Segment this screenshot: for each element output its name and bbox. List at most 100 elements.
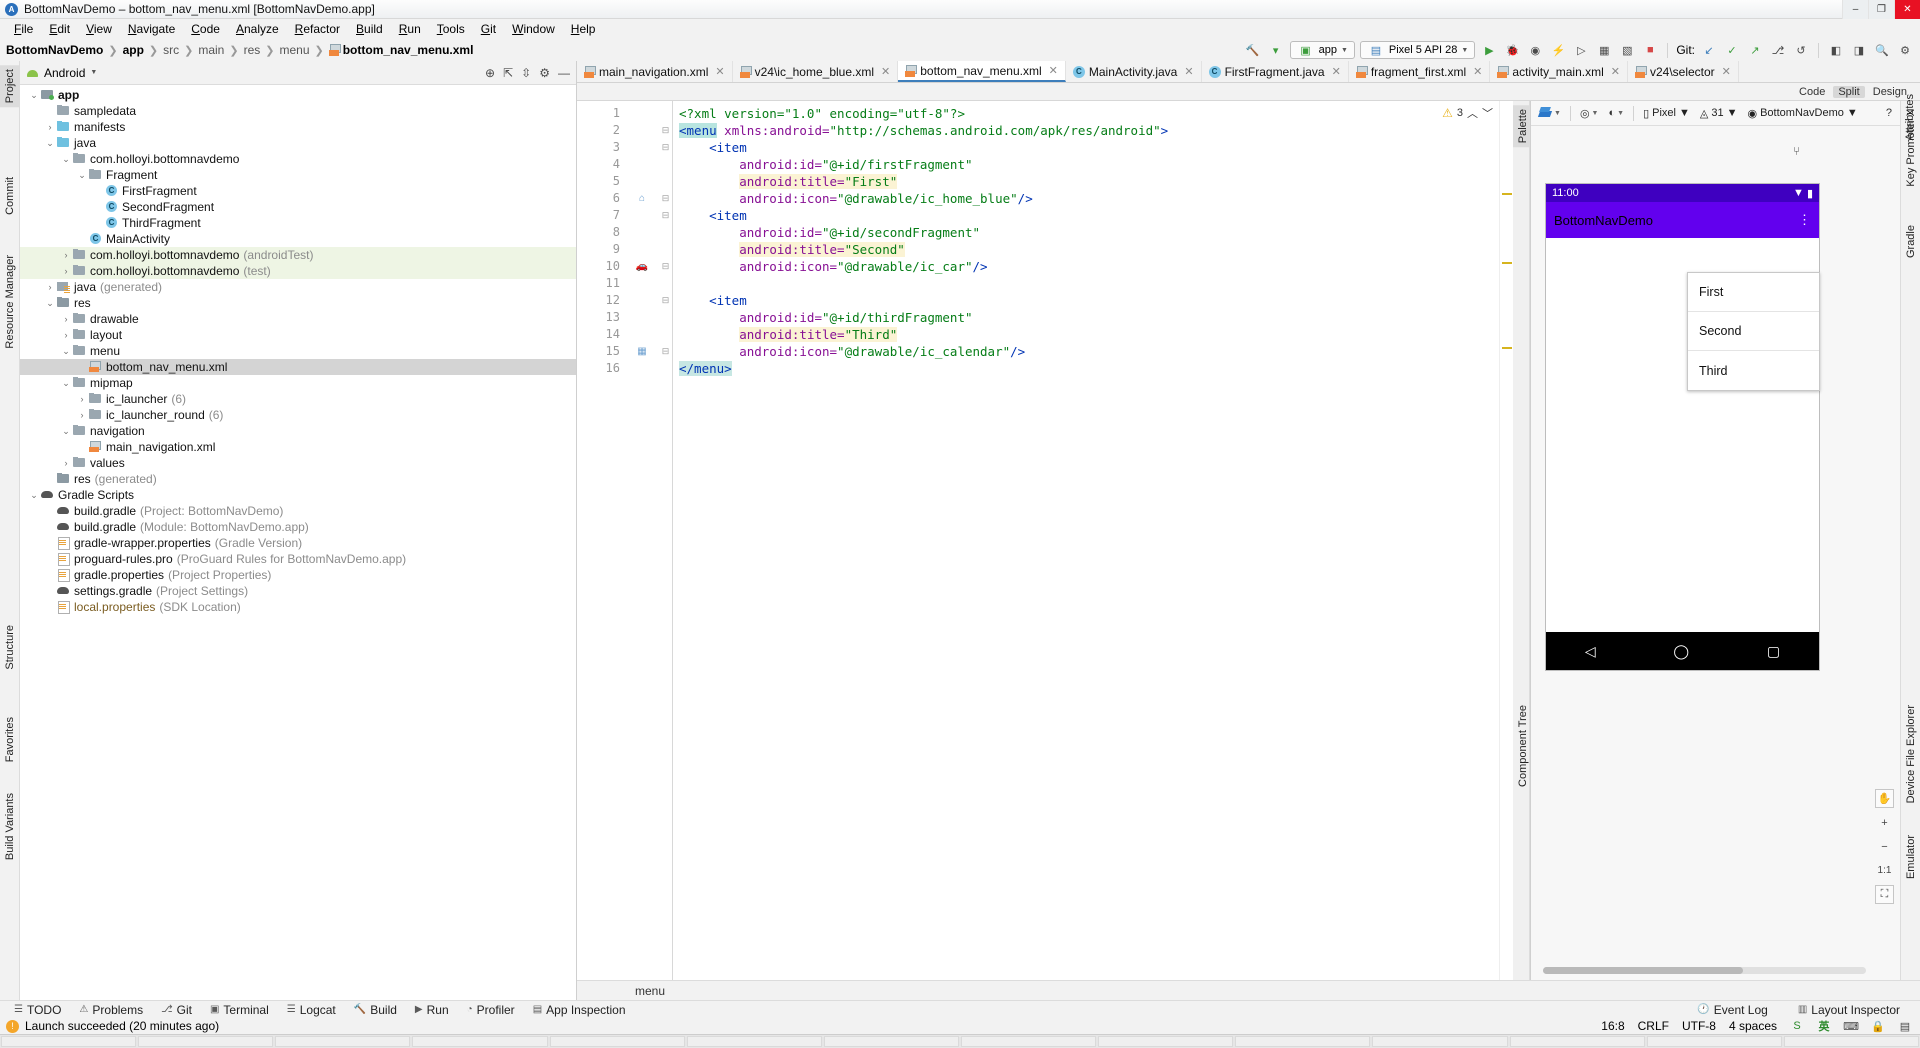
chevron-down-icon[interactable]: ⌄ [44, 298, 56, 309]
view-mode-split[interactable]: Split [1833, 85, 1865, 98]
chevron-down-icon[interactable]: ⌄ [60, 426, 72, 437]
menu-refactor[interactable]: Refactor [287, 22, 348, 36]
tool-window-terminal[interactable]: ▣ Terminal [202, 1003, 277, 1017]
taskbar-item[interactable] [686, 1036, 822, 1047]
sidebar-item-attributes[interactable]: Attributes [1900, 90, 1920, 144]
hide-icon[interactable]: — [558, 66, 570, 80]
tree-node-gradle-wrapper-properties[interactable]: gradle-wrapper.properties (Gradle Version… [20, 535, 576, 551]
chevron-down-icon[interactable]: ⌄ [76, 170, 88, 181]
run-icon[interactable]: ▶ [1480, 41, 1498, 59]
chevron-down-icon[interactable]: ⌄ [60, 346, 72, 357]
project-tree[interactable]: ⌄ app sampledata › manifests ⌄ java ⌄ com.holloy… [20, 85, 576, 1000]
breadcrumb-res[interactable]: res [244, 43, 261, 57]
tree-node-res[interactable]: res (generated) [20, 471, 576, 487]
code-editor[interactable]: 1 2 3 4 5 6 7 8 9 10 11 12 13 14 15 16 ⌂ 🚗 ▦ ⊟ ⊟ ⊟ ⊟ ⊟ ⊟ ⊟ <?xm… [577, 101, 1513, 980]
keyboard-icon[interactable]: ⌨ [1843, 1019, 1859, 1033]
sidebar-item-emulator[interactable]: Emulator [1901, 831, 1920, 883]
chevron-right-icon[interactable]: › [76, 410, 88, 420]
branch-icon[interactable]: ⎇ [1769, 41, 1787, 59]
close-icon[interactable]: ✕ [881, 65, 890, 78]
update-project-icon[interactable]: ↙ [1700, 41, 1718, 59]
zoom-out-button[interactable]: − [1875, 837, 1894, 856]
fold-gutter[interactable]: ⊟ ⊟ ⊟ ⊟ ⊟ ⊟ ⊟ [659, 101, 673, 980]
tree-node-fragment[interactable]: ⌄ Fragment [20, 167, 576, 183]
taskbar-item[interactable] [412, 1036, 548, 1047]
close-icon[interactable]: ✕ [1722, 65, 1731, 78]
tree-node-settings-gradle[interactable]: settings.gradle (Project Settings) [20, 583, 576, 599]
device-selector[interactable]: ▤ Pixel 5 API 28 ▼ [1359, 41, 1476, 59]
close-icon[interactable]: ✕ [1473, 65, 1482, 78]
inspection-widget[interactable]: ⚠ 3 ︿ ﹀ [1442, 105, 1493, 121]
fold-toggle-icon[interactable]: ⊟ [659, 292, 672, 309]
menu-item-second[interactable]: Second [1688, 312, 1819, 351]
design-surface-button[interactable]: ▼ [1535, 104, 1565, 123]
chevron-right-icon[interactable]: › [60, 330, 72, 340]
taskbar-item[interactable] [1646, 1036, 1782, 1047]
sidebar-item-project[interactable]: Project [0, 65, 20, 108]
attach-debugger-icon[interactable]: ▷ [1572, 41, 1590, 59]
tree-node-ic-launcher[interactable]: › ic_launcher (6) [20, 391, 576, 407]
overflow-menu[interactable]: First Second Third [1687, 272, 1820, 391]
debug-icon[interactable]: 🐞 [1503, 41, 1521, 59]
tool-window-layout-inspector[interactable]: ▥ Layout Inspector [1790, 1003, 1908, 1017]
tool-window-todo[interactable]: ☰ TODO [6, 1003, 69, 1017]
tree-node-java[interactable]: › java (generated) [20, 279, 576, 295]
menu-item-third[interactable]: Third [1688, 351, 1819, 390]
tree-node-drawable[interactable]: › drawable [20, 311, 576, 327]
line-separator[interactable]: CRLF [1638, 1019, 1669, 1033]
editor-tab-mainactivity-java[interactable]: C MainActivity.java ✕ [1065, 61, 1202, 82]
breadcrumb-src[interactable]: src [163, 43, 179, 57]
code-text[interactable]: <?xml version="1.0" encoding="utf-8"?> <m… [673, 101, 1499, 980]
nav-home-icon[interactable]: ◯ [1673, 643, 1689, 660]
stop-icon[interactable]: ■ [1641, 41, 1659, 59]
fold-toggle-icon[interactable]: ⊟ [659, 139, 672, 156]
taskbar-item[interactable] [960, 1036, 1097, 1047]
tree-node-bottom-nav-menu-xml[interactable]: bottom_nav_menu.xml [20, 359, 576, 375]
tool-window-build[interactable]: 🔨 Build [346, 1003, 405, 1017]
collapse-all-icon[interactable]: ⇱ [503, 66, 513, 80]
tree-node-navigation[interactable]: ⌄ navigation [20, 423, 576, 439]
chevron-right-icon[interactable]: › [60, 314, 72, 324]
design-canvas[interactable]: ⑂ 11:00 ▼ ▮ BottomNavDemo ⋮ First Second… [1531, 126, 1900, 980]
history-icon[interactable]: ↺ [1792, 41, 1810, 59]
tree-node-firstfragment[interactable]: FirstFragment [20, 183, 576, 199]
menu-help[interactable]: Help [563, 22, 604, 36]
tree-node-app[interactable]: ⌄ app [20, 87, 576, 103]
menu-run[interactable]: Run [391, 22, 429, 36]
close-icon[interactable]: ✕ [1049, 64, 1058, 77]
breadcrumb-menu[interactable]: menu [279, 43, 309, 57]
gutter-resource-icon[interactable]: 🚗 [625, 258, 659, 275]
tree-node-ic-launcher-round[interactable]: › ic_launcher_round (6) [20, 407, 576, 423]
fold-toggle-icon[interactable]: ⊟ [659, 190, 672, 207]
project-view-selector[interactable]: Android [44, 66, 85, 80]
pan-icon[interactable]: ✋ [1875, 789, 1894, 808]
tree-node-mipmap[interactable]: ⌄ mipmap [20, 375, 576, 391]
close-button[interactable]: ✕ [1894, 0, 1920, 19]
menu-file[interactable]: File [6, 22, 41, 36]
tree-node-thirdfragment[interactable]: ThirdFragment [20, 215, 576, 231]
chevron-right-icon[interactable]: › [76, 394, 88, 404]
chevron-down-icon[interactable]: ⌄ [28, 490, 40, 501]
sidebar-item-device-file-explorer[interactable]: Device File Explorer [1901, 701, 1920, 807]
sidebar-item-commit[interactable]: Commit [0, 173, 20, 219]
nav-recents-icon[interactable]: ▢ [1767, 643, 1780, 660]
tree-node-com-holloyi-bottomnavdemo[interactable]: › com.holloyi.bottomnavdemo (androidTest) [20, 247, 576, 263]
search-everywhere-icon[interactable]: 🔍 [1873, 41, 1891, 59]
zoom-in-button[interactable]: + [1875, 813, 1894, 832]
tree-node-gradle-properties[interactable]: gradle.properties (Project Properties) [20, 567, 576, 583]
indent-setting[interactable]: 4 spaces [1729, 1019, 1777, 1033]
menu-view[interactable]: View [78, 22, 120, 36]
avd-manager-icon[interactable]: ▧ [1618, 41, 1636, 59]
taskbar-item[interactable] [275, 1036, 411, 1047]
settings-icon[interactable]: ⚙ [539, 66, 550, 80]
chevron-down-icon[interactable]: ⌄ [60, 154, 72, 165]
sogou-icon[interactable]: S [1790, 1019, 1804, 1033]
ime-mode[interactable]: 英 [1817, 1019, 1831, 1033]
theme-picker[interactable]: ◉ BottomNavDemo ▼ [1743, 104, 1861, 123]
close-icon[interactable]: ✕ [715, 65, 724, 78]
taskbar-item[interactable] [823, 1036, 959, 1047]
editor-tab-fragment-first-xml[interactable]: fragment_first.xml ✕ [1348, 61, 1491, 82]
editor-tab-v24-ic-home-blue-xml[interactable]: v24\ic_home_blue.xml ✕ [732, 61, 899, 82]
tool-window-event-log[interactable]: 🕐 Event Log [1689, 1003, 1776, 1017]
tool-window-problems[interactable]: ⚠ Problems [71, 1003, 151, 1017]
